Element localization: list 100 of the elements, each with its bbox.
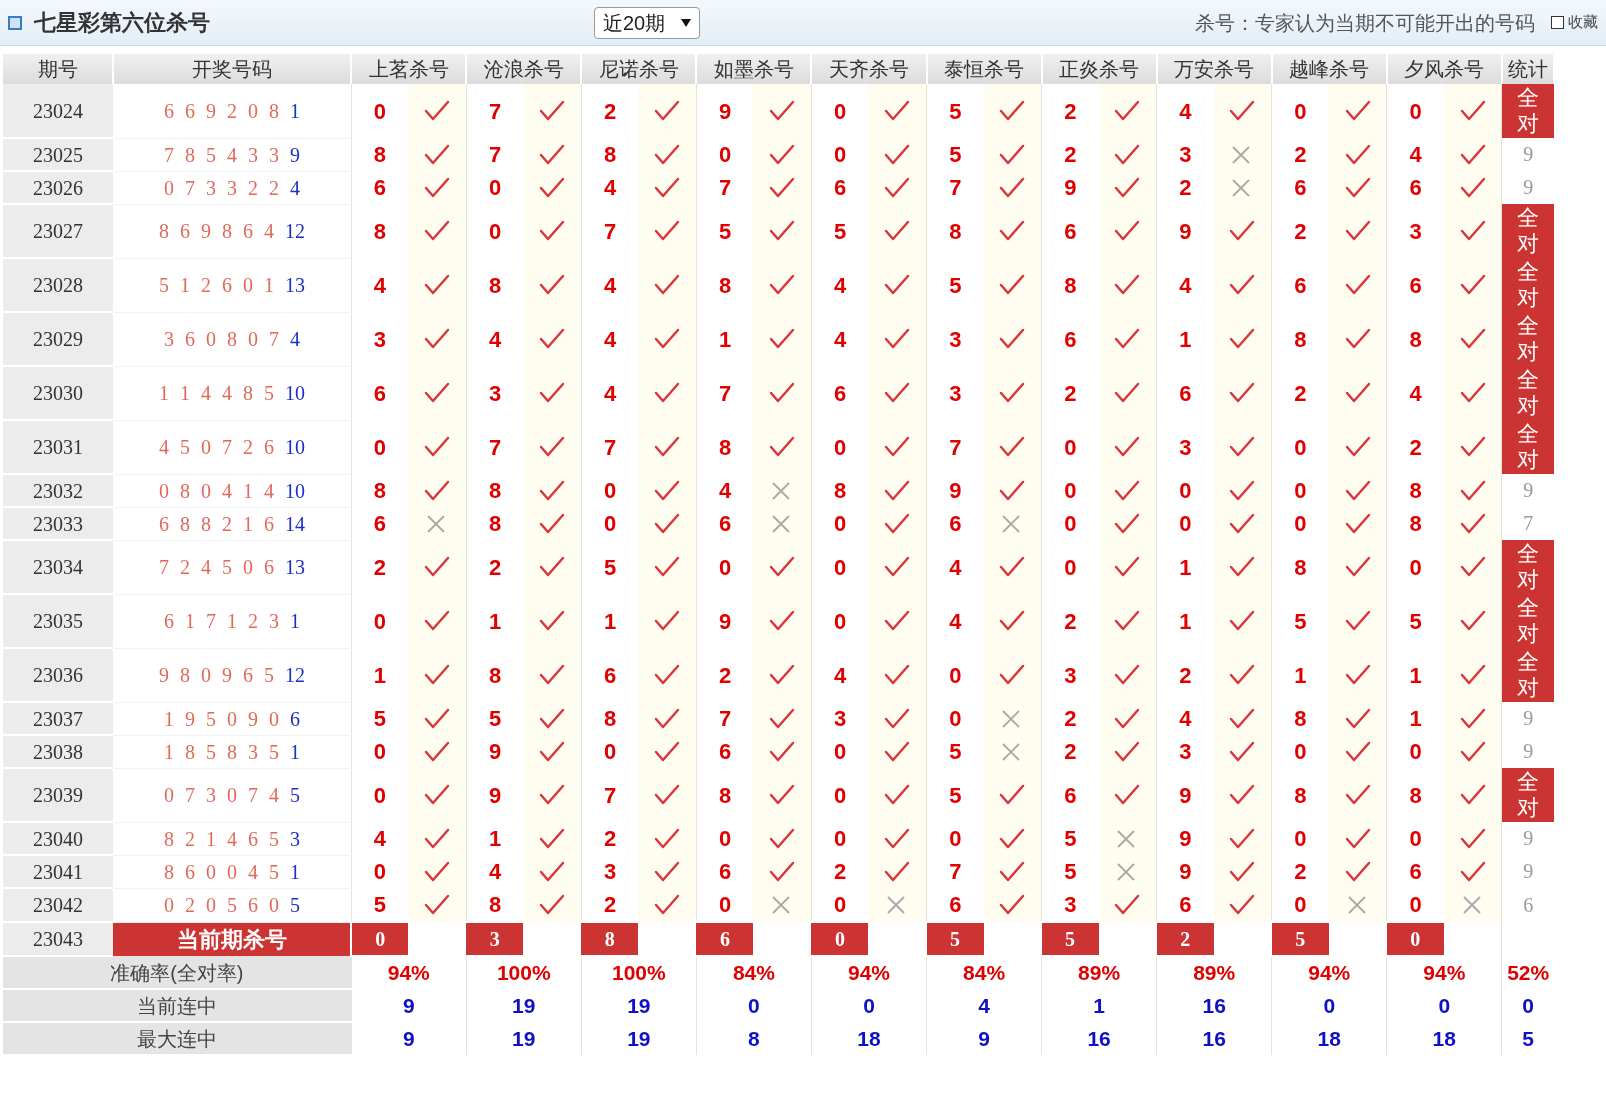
summary-value: 0 bbox=[1386, 989, 1502, 1022]
current-kill-number: 2 bbox=[1156, 922, 1214, 956]
note-text: 杀号：专家认为当期不可能开出的号码 bbox=[1195, 10, 1535, 36]
kill-number: 6 bbox=[1041, 204, 1099, 258]
kill-number: 5 bbox=[1386, 594, 1444, 648]
draw-numbers: 7 2 4 5 0 6 13 bbox=[158, 556, 305, 578]
current-kill-number: 3 bbox=[466, 922, 524, 956]
all-correct-badge: 全对 bbox=[1502, 258, 1554, 312]
favorite-checkbox[interactable]: 收藏 bbox=[1551, 11, 1598, 34]
kill-number: 7 bbox=[926, 171, 984, 204]
kill-number: 1 bbox=[1271, 648, 1329, 702]
kill-number: 6 bbox=[1386, 855, 1444, 888]
draw-numbers: 8 6 0 0 4 5 1 bbox=[163, 860, 300, 883]
all-correct-badge: 全对 bbox=[1502, 648, 1554, 702]
period-select[interactable]: 近20期 bbox=[594, 6, 701, 39]
summary-value: 89% bbox=[1156, 956, 1272, 989]
kill-number: 4 bbox=[926, 540, 984, 594]
kill-number: 5 bbox=[1271, 594, 1329, 648]
all-correct-badge: 全对 bbox=[1502, 366, 1554, 420]
period-cell: 23043 bbox=[3, 922, 114, 956]
miss-count: 6 bbox=[1522, 892, 1535, 918]
column-header: 万安杀号 bbox=[1156, 54, 1272, 84]
kill-number: 8 bbox=[1271, 312, 1329, 366]
kill-number: 5 bbox=[926, 735, 984, 768]
summary-value: 0 bbox=[811, 989, 927, 1022]
current-kill-number: 5 bbox=[926, 922, 984, 956]
miss-count: 7 bbox=[1522, 511, 1535, 536]
kill-number: 4 bbox=[1386, 366, 1444, 420]
period-cell: 23038 bbox=[3, 735, 114, 768]
kill-number: 8 bbox=[1386, 474, 1444, 507]
summary-value: 5 bbox=[1501, 1022, 1554, 1055]
kill-number: 0 bbox=[926, 822, 984, 855]
kill-number: 0 bbox=[1386, 822, 1444, 855]
summary-value: 19 bbox=[466, 989, 582, 1022]
kill-number: 9 bbox=[1156, 822, 1214, 855]
kill-number: 9 bbox=[1156, 768, 1214, 822]
summary-value: 9 bbox=[351, 989, 467, 1022]
kill-number: 3 bbox=[1156, 420, 1214, 474]
draw-numbers: 6 1 7 1 2 3 1 bbox=[163, 610, 300, 632]
kill-number: 2 bbox=[1041, 735, 1099, 768]
kill-number: 8 bbox=[1041, 258, 1099, 312]
summary-value: 100% bbox=[581, 956, 697, 989]
draw-numbers: 0 2 0 5 6 0 5 bbox=[163, 894, 300, 916]
current-kill-number: 6 bbox=[696, 922, 754, 956]
kill-number: 8 bbox=[1271, 702, 1329, 735]
summary-value: 16 bbox=[1156, 989, 1272, 1022]
kill-number: 8 bbox=[1386, 768, 1444, 822]
kill-number: 1 bbox=[1156, 540, 1214, 594]
kill-number: 4 bbox=[1386, 138, 1444, 171]
current-kill-number: 8 bbox=[581, 922, 639, 956]
draw-numbers: 5 1 2 6 0 1 13 bbox=[158, 274, 305, 296]
kill-number: 0 bbox=[1386, 84, 1444, 138]
period-cell: 23036 bbox=[3, 648, 114, 702]
kill-number: 0 bbox=[1041, 540, 1099, 594]
draw-numbers: 0 7 3 0 7 4 5 bbox=[163, 784, 300, 806]
summary-value: 94% bbox=[351, 956, 467, 989]
draw-numbers: 8 6 9 8 6 4 12 bbox=[158, 220, 305, 242]
kill-number: 9 bbox=[1156, 204, 1214, 258]
kill-number: 5 bbox=[1041, 855, 1099, 888]
summary-value: 16 bbox=[1041, 1022, 1157, 1055]
current-kill-number: 0 bbox=[811, 922, 869, 956]
summary-value: 9 bbox=[351, 1022, 467, 1055]
kill-number: 1 bbox=[1386, 648, 1444, 702]
kill-number: 8 bbox=[1386, 312, 1444, 366]
column-header: 上茗杀号 bbox=[351, 54, 467, 84]
period-cell: 23027 bbox=[3, 204, 114, 258]
period-cell: 23030 bbox=[3, 366, 114, 420]
kill-number: 0 bbox=[1041, 474, 1099, 507]
kill-number: 2 bbox=[1041, 84, 1099, 138]
summary-value: 19 bbox=[466, 1022, 582, 1055]
kill-number: 3 bbox=[1156, 735, 1214, 768]
kill-number: 0 bbox=[1271, 84, 1329, 138]
all-correct-badge: 全对 bbox=[1502, 204, 1554, 258]
kill-number: 2 bbox=[1271, 855, 1329, 888]
period-cell: 23037 bbox=[3, 702, 114, 735]
kill-number: 3 bbox=[926, 366, 984, 420]
column-header: 期号 bbox=[3, 54, 114, 84]
all-correct-badge: 全对 bbox=[1502, 84, 1554, 138]
summary-value: 100% bbox=[466, 956, 582, 989]
kill-number: 2 bbox=[1156, 648, 1214, 702]
kill-number: 0 bbox=[1271, 474, 1329, 507]
summary-value: 84% bbox=[696, 956, 812, 989]
kill-number: 3 bbox=[926, 312, 984, 366]
summary-value: 0 bbox=[1271, 989, 1387, 1022]
current-kill-label: 当前期杀号 bbox=[113, 922, 352, 956]
draw-numbers: 4 5 0 7 2 6 10 bbox=[158, 436, 305, 458]
current-kill-number: 5 bbox=[1041, 922, 1099, 956]
kill-number: 0 bbox=[1041, 507, 1099, 540]
period-cell: 23032 bbox=[3, 474, 114, 507]
kill-number: 4 bbox=[1156, 84, 1214, 138]
current-kill-number: 0 bbox=[1386, 922, 1444, 956]
kill-number: 0 bbox=[1271, 420, 1329, 474]
summary-value: 0 bbox=[1501, 989, 1554, 1022]
column-header: 尼诺杀号 bbox=[581, 54, 697, 84]
kill-number: 4 bbox=[1156, 258, 1214, 312]
kill-number: 7 bbox=[926, 420, 984, 474]
period-cell: 23039 bbox=[3, 768, 114, 822]
kill-number: 6 bbox=[1041, 768, 1099, 822]
kill-number: 0 bbox=[1156, 474, 1214, 507]
kill-number: 8 bbox=[1271, 540, 1329, 594]
